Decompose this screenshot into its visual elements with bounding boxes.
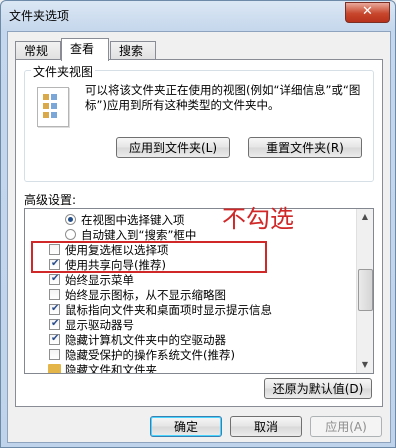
setting-label: 使用共享向导(推荐) bbox=[65, 258, 166, 272]
reset-folders-button[interactable]: 重置文件夹(R) bbox=[248, 137, 362, 158]
checkbox[interactable] bbox=[49, 289, 60, 300]
radio-button[interactable] bbox=[65, 214, 76, 225]
setting-label: 鼠标指向文件夹和桌面项时显示提示信息 bbox=[65, 303, 272, 317]
folder-view-icon bbox=[37, 87, 69, 127]
ok-button[interactable]: 确定 bbox=[150, 416, 222, 437]
advanced-settings-tree[interactable]: 在视图中选择键入项 自动键入到“搜索”框中 使用复选框以选择项 使用共享向导(推… bbox=[24, 208, 374, 374]
folder-views-description: 可以将该文件夹正在使用的视图(例如“详细信息”或“图标”)应用到所有这种类型的文… bbox=[85, 83, 361, 112]
scroll-up-arrow-icon[interactable]: ▲ bbox=[357, 209, 373, 225]
checkbox[interactable] bbox=[49, 349, 60, 360]
tree-scrollbar[interactable]: ▲ ▼ bbox=[356, 209, 373, 373]
tab-general[interactable]: 常规 bbox=[15, 41, 61, 60]
cancel-button[interactable]: 取消 bbox=[230, 416, 302, 437]
annotation-text: 不勾选 bbox=[222, 205, 294, 233]
setting-label: 在视图中选择键入项 bbox=[81, 213, 185, 227]
setting-label: 始终显示菜单 bbox=[65, 273, 134, 287]
tab-search[interactable]: 搜索 bbox=[110, 41, 156, 60]
apply-button[interactable]: 应用(A) bbox=[310, 416, 382, 437]
setting-label: 隐藏受保护的操作系统文件(推荐) bbox=[65, 348, 235, 362]
folder-options-window: 文件夹选项 ✕ 常规 查看 搜索 文件夹视图 可以将该文件夹正在使用的视图(例如… bbox=[0, 0, 396, 448]
setting-label: 自动键入到“搜索”框中 bbox=[81, 228, 197, 242]
scroll-down-arrow-icon[interactable]: ▼ bbox=[357, 357, 373, 373]
checkbox[interactable] bbox=[49, 257, 60, 271]
checkbox[interactable] bbox=[49, 272, 60, 286]
close-button[interactable]: ✕ bbox=[345, 2, 390, 23]
folder-views-group: 文件夹视图 可以将该文件夹正在使用的视图(例如“详细信息”或“图标”)应用到所有… bbox=[24, 63, 374, 182]
folder-icon bbox=[48, 364, 61, 373]
setting-label: 使用复选框以选择项 bbox=[65, 243, 169, 257]
dialog-client: 常规 查看 搜索 文件夹视图 可以将该文件夹正在使用的视图(例如“详细信息”或“… bbox=[7, 31, 391, 443]
apply-to-folders-button[interactable]: 应用到文件夹(L) bbox=[116, 137, 230, 158]
restore-defaults-button[interactable]: 还原为默认值(D) bbox=[264, 378, 372, 399]
scrollbar-thumb[interactable] bbox=[358, 269, 373, 311]
setting-label: 显示驱动器号 bbox=[65, 318, 134, 332]
checkbox[interactable] bbox=[49, 317, 60, 331]
setting-label: 隐藏计算机文件夹中的空驱动器 bbox=[65, 333, 226, 347]
setting-label: 隐藏文件和文件夹 bbox=[65, 363, 157, 374]
folder-views-label: 文件夹视图 bbox=[31, 63, 96, 80]
checkbox[interactable] bbox=[49, 332, 60, 346]
title-bar: 文件夹选项 ✕ bbox=[1, 1, 395, 31]
checkbox[interactable] bbox=[49, 244, 60, 255]
tab-view[interactable]: 查看 bbox=[61, 38, 109, 61]
checkbox[interactable] bbox=[49, 302, 60, 316]
setting-label: 始终显示图标，从不显示缩略图 bbox=[65, 288, 226, 302]
radio-button[interactable] bbox=[65, 229, 76, 240]
view-tab-pane: 文件夹视图 可以将该文件夹正在使用的视图(例如“详细信息”或“图标”)应用到所有… bbox=[15, 59, 383, 407]
advanced-settings-label: 高级设置: bbox=[24, 193, 77, 207]
window-title: 文件夹选项 bbox=[9, 9, 70, 23]
